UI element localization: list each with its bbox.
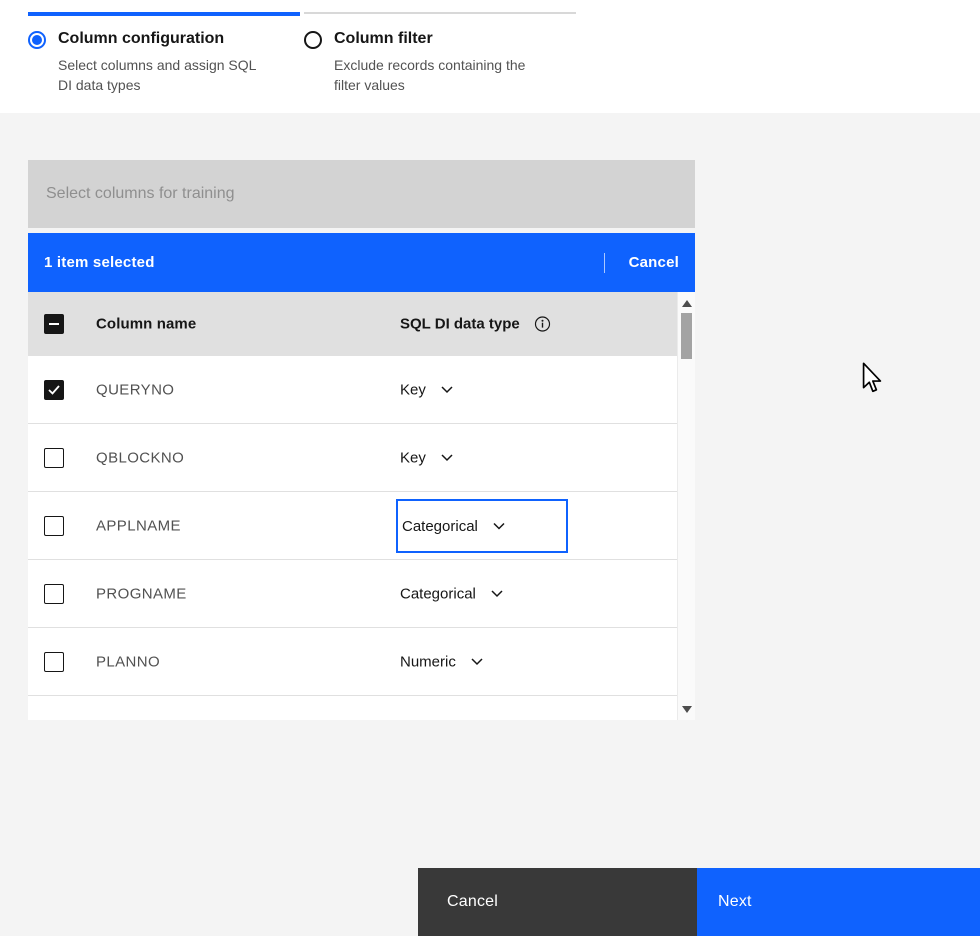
unchecked-checkbox-icon (44, 720, 64, 721)
table-header-row: Column name SQL DI data type (28, 292, 695, 356)
chevron-down-icon (441, 454, 453, 462)
chevron-down-icon (491, 590, 503, 598)
radio-selected-icon[interactable] (28, 31, 46, 49)
info-icon[interactable] (534, 316, 551, 333)
step-label: Column filter (334, 30, 539, 48)
column-name-cell: PLANNO (96, 653, 160, 670)
column-name-cell: APPLNAME (96, 517, 181, 534)
data-type-dropdown-focused[interactable]: Categorical (396, 499, 568, 553)
data-type-dropdown[interactable]: Categorical (400, 585, 503, 602)
row-checkbox[interactable] (44, 584, 64, 604)
data-type-header: SQL DI data type (400, 316, 551, 333)
table-row: PROGNAME Categorical (28, 560, 695, 628)
row-checkbox[interactable] (44, 516, 64, 536)
row-checkbox[interactable] (44, 720, 64, 721)
columns-table: Column name SQL DI data type QUERYNO Key (28, 292, 695, 720)
unchecked-checkbox-icon (44, 448, 64, 468)
select-all-checkbox[interactable] (44, 314, 64, 334)
checked-checkbox-icon (44, 380, 64, 400)
scroll-down-icon[interactable] (678, 701, 695, 717)
unchecked-checkbox-icon (44, 652, 64, 672)
indeterminate-checkbox-icon (44, 314, 64, 334)
chevron-down-icon (493, 522, 505, 530)
row-checkbox[interactable] (44, 652, 64, 672)
table-row: APPLNAME Categorical (28, 492, 695, 560)
step-column-configuration[interactable]: Column configuration Select columns and … (28, 12, 300, 96)
column-name-header: Column name (96, 316, 196, 333)
step-column-filter[interactable]: Column filter Exclude records containing… (304, 12, 576, 96)
column-name-cell: QBLOCKNO (96, 449, 184, 466)
step-description: Exclude records containing the filter va… (334, 55, 539, 96)
step-description: Select columns and assign SQL DI data ty… (58, 55, 263, 96)
row-checkbox[interactable] (44, 380, 64, 400)
unchecked-checkbox-icon (44, 516, 64, 536)
selection-count: 1 item selected (44, 254, 155, 271)
unchecked-checkbox-icon (44, 584, 64, 604)
column-search-input[interactable] (28, 160, 695, 228)
data-type-dropdown[interactable]: Key (400, 449, 453, 466)
wizard-progress: Column configuration Select columns and … (28, 12, 576, 96)
divider (604, 253, 605, 273)
next-button[interactable]: Next (697, 868, 980, 936)
table-row: Numeric (28, 696, 695, 720)
chevron-down-icon (471, 658, 483, 666)
scroll-up-icon[interactable] (678, 295, 695, 311)
table-row: QUERYNO Key (28, 356, 695, 424)
table-scrollbar[interactable] (677, 292, 695, 720)
data-type-dropdown[interactable]: Key (400, 381, 453, 398)
cancel-button[interactable]: Cancel (418, 868, 697, 936)
scrollbar-thumb[interactable] (681, 313, 692, 359)
chevron-down-icon (441, 386, 453, 394)
row-checkbox[interactable] (44, 448, 64, 468)
data-type-dropdown[interactable]: Numeric (400, 653, 483, 670)
batch-cancel-button[interactable]: Cancel (629, 254, 679, 271)
column-name-cell: QUERYNO (96, 381, 174, 398)
column-name-cell: PROGNAME (96, 585, 187, 602)
radio-unselected-icon[interactable] (304, 31, 322, 49)
batch-actions-bar: 1 item selected Cancel (28, 233, 695, 292)
table-row: PLANNO Numeric (28, 628, 695, 696)
step-label: Column configuration (58, 30, 263, 48)
column-search-bar (28, 160, 695, 228)
table-row: QBLOCKNO Key (28, 424, 695, 492)
